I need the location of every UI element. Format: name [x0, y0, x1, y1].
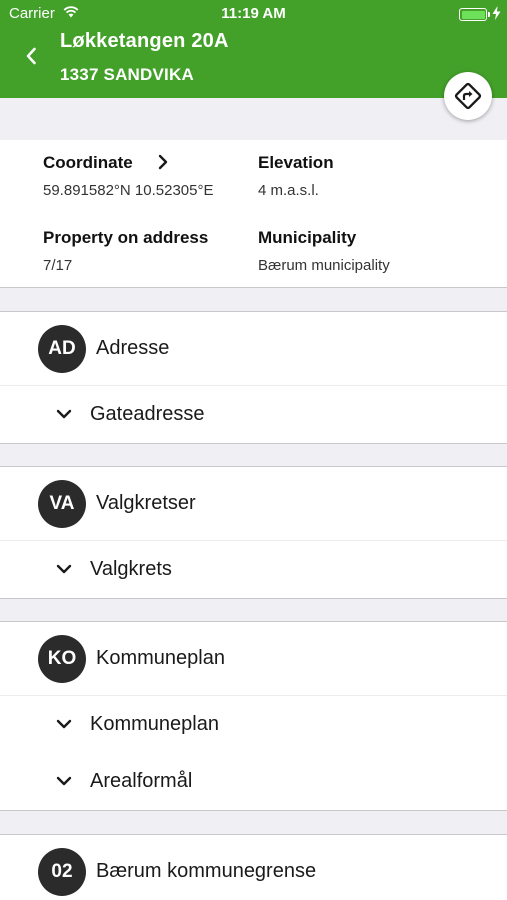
- chevron-down-icon: [56, 409, 72, 419]
- coordinate-value: 59.891582°N 10.52305°E: [43, 182, 214, 199]
- property-value: 7/17: [43, 257, 73, 274]
- section-header-valgkretser[interactable]: VA Valgkretser: [0, 467, 507, 541]
- property-label: Property on address: [43, 228, 209, 247]
- address-info-card: Coordinate 59.891582°N 10.52305°E Elevat…: [0, 140, 507, 288]
- chevron-down-icon: [56, 564, 72, 574]
- elevation-value: 4 m.a.s.l.: [258, 182, 319, 199]
- list-item-label: Arealformål: [90, 770, 193, 792]
- municipality-label: Municipality: [258, 228, 357, 247]
- back-button[interactable]: [18, 42, 44, 70]
- list-item-label: Valgkrets: [90, 558, 172, 580]
- list-item-label: Gateadresse: [90, 403, 205, 425]
- list-item-gateadresse[interactable]: Gateadresse: [0, 386, 507, 443]
- section-kommuneplan: KO Kommuneplan Kommuneplan Arealformål: [0, 621, 507, 811]
- section-badge: AD: [38, 325, 86, 373]
- section-valgkretser: VA Valgkretser Valgkrets: [0, 466, 507, 599]
- charging-icon: [492, 6, 501, 20]
- clock: 11:19 AM: [221, 5, 286, 22]
- municipality-value: Bærum municipality: [258, 257, 390, 274]
- section-title: Kommuneplan: [96, 647, 225, 669]
- directions-icon: [454, 82, 482, 110]
- chevron-down-icon: [56, 719, 72, 729]
- elevation-label: Elevation: [258, 153, 334, 172]
- directions-button[interactable]: [444, 72, 492, 120]
- page-subtitle: 1337 SANDVIKA: [60, 65, 194, 84]
- section-badge: 02: [38, 848, 86, 896]
- chevron-right-icon[interactable]: [156, 153, 170, 171]
- page-title: Løkketangen 20A: [60, 30, 229, 52]
- section-badge: KO: [38, 635, 86, 683]
- list-item-kommuneplan[interactable]: Kommuneplan: [0, 696, 507, 753]
- section-header-adresse[interactable]: AD Adresse: [0, 312, 507, 386]
- list-item-arealformal[interactable]: Arealformål: [0, 753, 507, 810]
- status-bar: Carrier 11:19 AM: [0, 0, 507, 28]
- navigation-bar: Løkketangen 20A 1337 SANDVIKA: [0, 28, 507, 98]
- coordinate-label[interactable]: Coordinate: [43, 153, 133, 173]
- chevron-down-icon: [56, 776, 72, 786]
- section-header-kommunegrense[interactable]: 02 Bærum kommunegrense: [0, 835, 507, 900]
- section-title: Bærum kommunegrense: [96, 860, 317, 882]
- section-header-kommuneplan[interactable]: KO Kommuneplan: [0, 622, 507, 696]
- section-badge: VA: [38, 480, 86, 528]
- chevron-left-icon: [26, 47, 36, 65]
- battery-icon: [459, 8, 490, 21]
- section-title: Valgkretser: [96, 492, 196, 514]
- section-title: Adresse: [96, 337, 170, 359]
- section-adresse: AD Adresse Gateadresse: [0, 311, 507, 444]
- section-kommunegrense: 02 Bærum kommunegrense: [0, 834, 507, 900]
- list-item-valgkrets[interactable]: Valgkrets: [0, 541, 507, 598]
- list-item-label: Kommuneplan: [90, 713, 219, 735]
